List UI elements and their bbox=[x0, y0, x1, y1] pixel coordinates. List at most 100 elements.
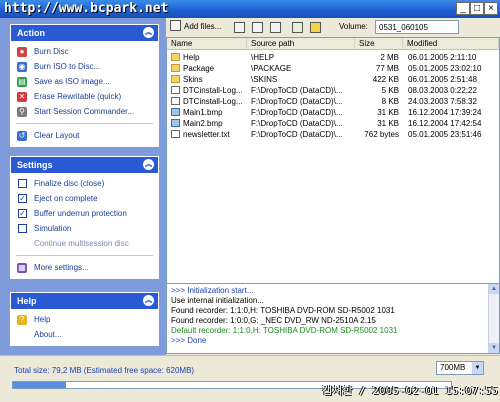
action-panel-header[interactable]: Action ︽ bbox=[11, 25, 158, 41]
file-row[interactable]: Main1.bmp F:\DropToCD (DataCD)\... 31 KB 16… bbox=[167, 107, 499, 118]
action-panel-body: ● Burn Disc ◉ Burn ISO to Disc... ▤ Save as… bbox=[11, 41, 158, 146]
column-source-path[interactable]: Source path bbox=[247, 38, 355, 50]
settings-icon: ▦ bbox=[17, 263, 27, 273]
burn-disc-label: Burn Disc bbox=[34, 47, 69, 56]
help-panel: Help ︽ ? Help About... bbox=[10, 292, 159, 346]
checkbox-checked-icon[interactable]: ✓ bbox=[18, 209, 27, 218]
erase-rewritable-link[interactable]: ✕ Erase Rewritable (quick) bbox=[16, 89, 153, 104]
scroll-up-icon[interactable]: ▲ bbox=[489, 284, 499, 294]
maximize-button[interactable]: □ bbox=[470, 2, 484, 15]
file-row[interactable]: newsletter.txt F:\DropToCD (DataCD)\... 76… bbox=[167, 129, 499, 140]
file-size: 762 bytes bbox=[364, 130, 399, 139]
continue-label: Continue multisession disc bbox=[34, 239, 129, 248]
finalize-disc-checkbox[interactable]: Finalize disc (close) bbox=[16, 176, 153, 191]
file-row[interactable]: Package \PACKAGE 77 MB 05.01.2005 23:02:10 bbox=[167, 63, 499, 74]
collapse-icon[interactable]: ︽ bbox=[143, 159, 154, 170]
file-size: 422 KB bbox=[372, 75, 399, 84]
file-size: 31 KB bbox=[377, 108, 399, 117]
file-row[interactable]: Main2.bmp F:\DropToCD (DataCD)\... 31 KB 16… bbox=[167, 118, 499, 129]
minimize-button[interactable]: _ bbox=[456, 2, 470, 15]
file-source-path: \SKINS bbox=[251, 75, 278, 84]
rename-button[interactable] bbox=[250, 20, 264, 34]
burn-disc-link[interactable]: ● Burn Disc bbox=[16, 44, 153, 59]
file-row[interactable]: DTCinstall-Log... F:\DropToCD (DataCD)\..… bbox=[167, 96, 499, 107]
simulation-checkbox[interactable]: Simulation bbox=[16, 221, 153, 236]
disc-size-select[interactable]: 700MB ▼ bbox=[436, 361, 484, 375]
burn-iso-link[interactable]: ◉ Burn ISO to Disc... bbox=[16, 59, 153, 74]
add-files-button[interactable]: Add files... bbox=[170, 20, 221, 34]
save-iso-icon: ▤ bbox=[17, 77, 27, 87]
info-icon bbox=[310, 22, 321, 33]
burn-disc-icon: ● bbox=[17, 47, 27, 57]
folder-icon bbox=[171, 75, 180, 83]
action-panel: Action ︽ ● Burn Disc ◉ Burn ISO to Disc...… bbox=[10, 24, 159, 147]
folder-icon bbox=[171, 53, 180, 61]
checkbox-checked-icon[interactable]: ✓ bbox=[18, 194, 27, 203]
add-files-icon bbox=[170, 20, 181, 31]
help-link[interactable]: ? Help bbox=[16, 312, 153, 327]
settings-panel-header[interactable]: Settings ︽ bbox=[11, 157, 158, 173]
close-button[interactable]: × bbox=[484, 2, 498, 15]
collapse-icon[interactable]: ︽ bbox=[143, 295, 154, 306]
help-panel-header[interactable]: Help ︽ bbox=[11, 293, 158, 309]
erase-label: Erase Rewritable (quick) bbox=[34, 92, 122, 101]
file-source-path: F:\DropToCD (DataCD)\... bbox=[251, 130, 343, 139]
eject-on-complete-checkbox[interactable]: ✓ Eject on complete bbox=[16, 191, 153, 206]
file-modified: 16.12.2004 17:42:54 bbox=[408, 119, 482, 128]
disc-size-value: 700MB bbox=[440, 363, 466, 372]
add-files-label: Add files... bbox=[184, 22, 222, 31]
file-name: DTCinstall-Log... bbox=[171, 85, 247, 96]
file-row[interactable]: Help \HELP 2 MB 06.01.2005 2:11:10 bbox=[167, 52, 499, 63]
file-row[interactable]: DTCinstall-Log... F:\DropToCD (DataCD)\..… bbox=[167, 85, 499, 96]
folder-icon bbox=[171, 64, 180, 72]
file-modified: 16.12.2004 17:39:24 bbox=[408, 108, 482, 117]
about-link[interactable]: About... bbox=[16, 327, 153, 342]
status-bar: Total size: 79,2 MB (Estimated free spac… bbox=[0, 355, 500, 402]
column-size[interactable]: Size bbox=[355, 38, 403, 50]
more-settings-link[interactable]: ▦ More settings... bbox=[16, 260, 153, 275]
log-scrollbar[interactable]: ▲ ▼ bbox=[488, 284, 499, 353]
checkbox-icon[interactable] bbox=[18, 179, 27, 188]
collapse-icon[interactable]: ︽ bbox=[143, 27, 154, 38]
column-modified[interactable]: Modified bbox=[403, 38, 499, 50]
file-modified: 05.01.2005 23:02:10 bbox=[408, 64, 482, 73]
eject-label: Eject on complete bbox=[34, 194, 98, 203]
file-size: 77 MB bbox=[375, 64, 399, 73]
about-label: About... bbox=[34, 330, 62, 339]
file-size: 5 KB bbox=[381, 86, 399, 95]
save-iso-link[interactable]: ▤ Save as ISO image... bbox=[16, 74, 153, 89]
info-button[interactable] bbox=[308, 20, 322, 34]
log-console: >>> Initialization start... Use internal … bbox=[166, 283, 500, 354]
session-commander-link[interactable]: ⚲ Start Session Commander... bbox=[16, 104, 153, 119]
continue-multisession-option: Continue multisession disc bbox=[16, 236, 153, 251]
help-panel-title: Help bbox=[17, 296, 37, 306]
buffer-underrun-checkbox[interactable]: ✓ Buffer underrun protection bbox=[16, 206, 153, 221]
window-title: http://www.bcpark.net bbox=[4, 1, 169, 16]
file-row[interactable]: Skins \SKINS 422 KB 06.01.2005 2:51:48 bbox=[167, 74, 499, 85]
file-source-path: F:\DropToCD (DataCD)\... bbox=[251, 97, 343, 106]
clear-layout-link[interactable]: ↺ Clear Layout bbox=[16, 128, 153, 143]
log-line: >>> Initialization start... bbox=[171, 286, 254, 295]
file-name: Main2.bmp bbox=[171, 118, 247, 129]
file-source-path: F:\DropToCD (DataCD)\... bbox=[251, 119, 343, 128]
file-modified: 06.01.2005 2:11:10 bbox=[408, 53, 477, 62]
finalize-label: Finalize disc (close) bbox=[34, 179, 105, 188]
chevron-down-icon[interactable]: ▼ bbox=[472, 362, 483, 374]
settings-panel: Settings ︽ Finalize disc (close) ✓ Eject … bbox=[10, 156, 159, 279]
file-name: newsletter.txt bbox=[171, 129, 247, 140]
new-folder-button[interactable] bbox=[232, 20, 246, 34]
remove-button[interactable] bbox=[268, 20, 282, 34]
scroll-down-icon[interactable]: ▼ bbox=[489, 343, 499, 353]
properties-button[interactable] bbox=[290, 20, 304, 34]
file-name: Skins bbox=[171, 74, 247, 85]
checkbox-icon[interactable] bbox=[18, 224, 27, 233]
settings-panel-body: Finalize disc (close) ✓ Eject on complete… bbox=[11, 173, 158, 278]
toolbar: Add files... Volume: bbox=[166, 18, 500, 36]
log-line: Default recorder: 1:1:0,H: TOSHIBA DVD-R… bbox=[171, 326, 398, 335]
simulation-label: Simulation bbox=[34, 224, 72, 233]
more-settings-label: More settings... bbox=[34, 263, 89, 272]
file-modified: 08.03.2003 0:22:22 bbox=[408, 86, 477, 95]
volume-input[interactable] bbox=[375, 20, 459, 34]
column-name[interactable]: Name bbox=[167, 38, 247, 50]
file-list-header: Name Source path Size Modified bbox=[167, 38, 499, 50]
